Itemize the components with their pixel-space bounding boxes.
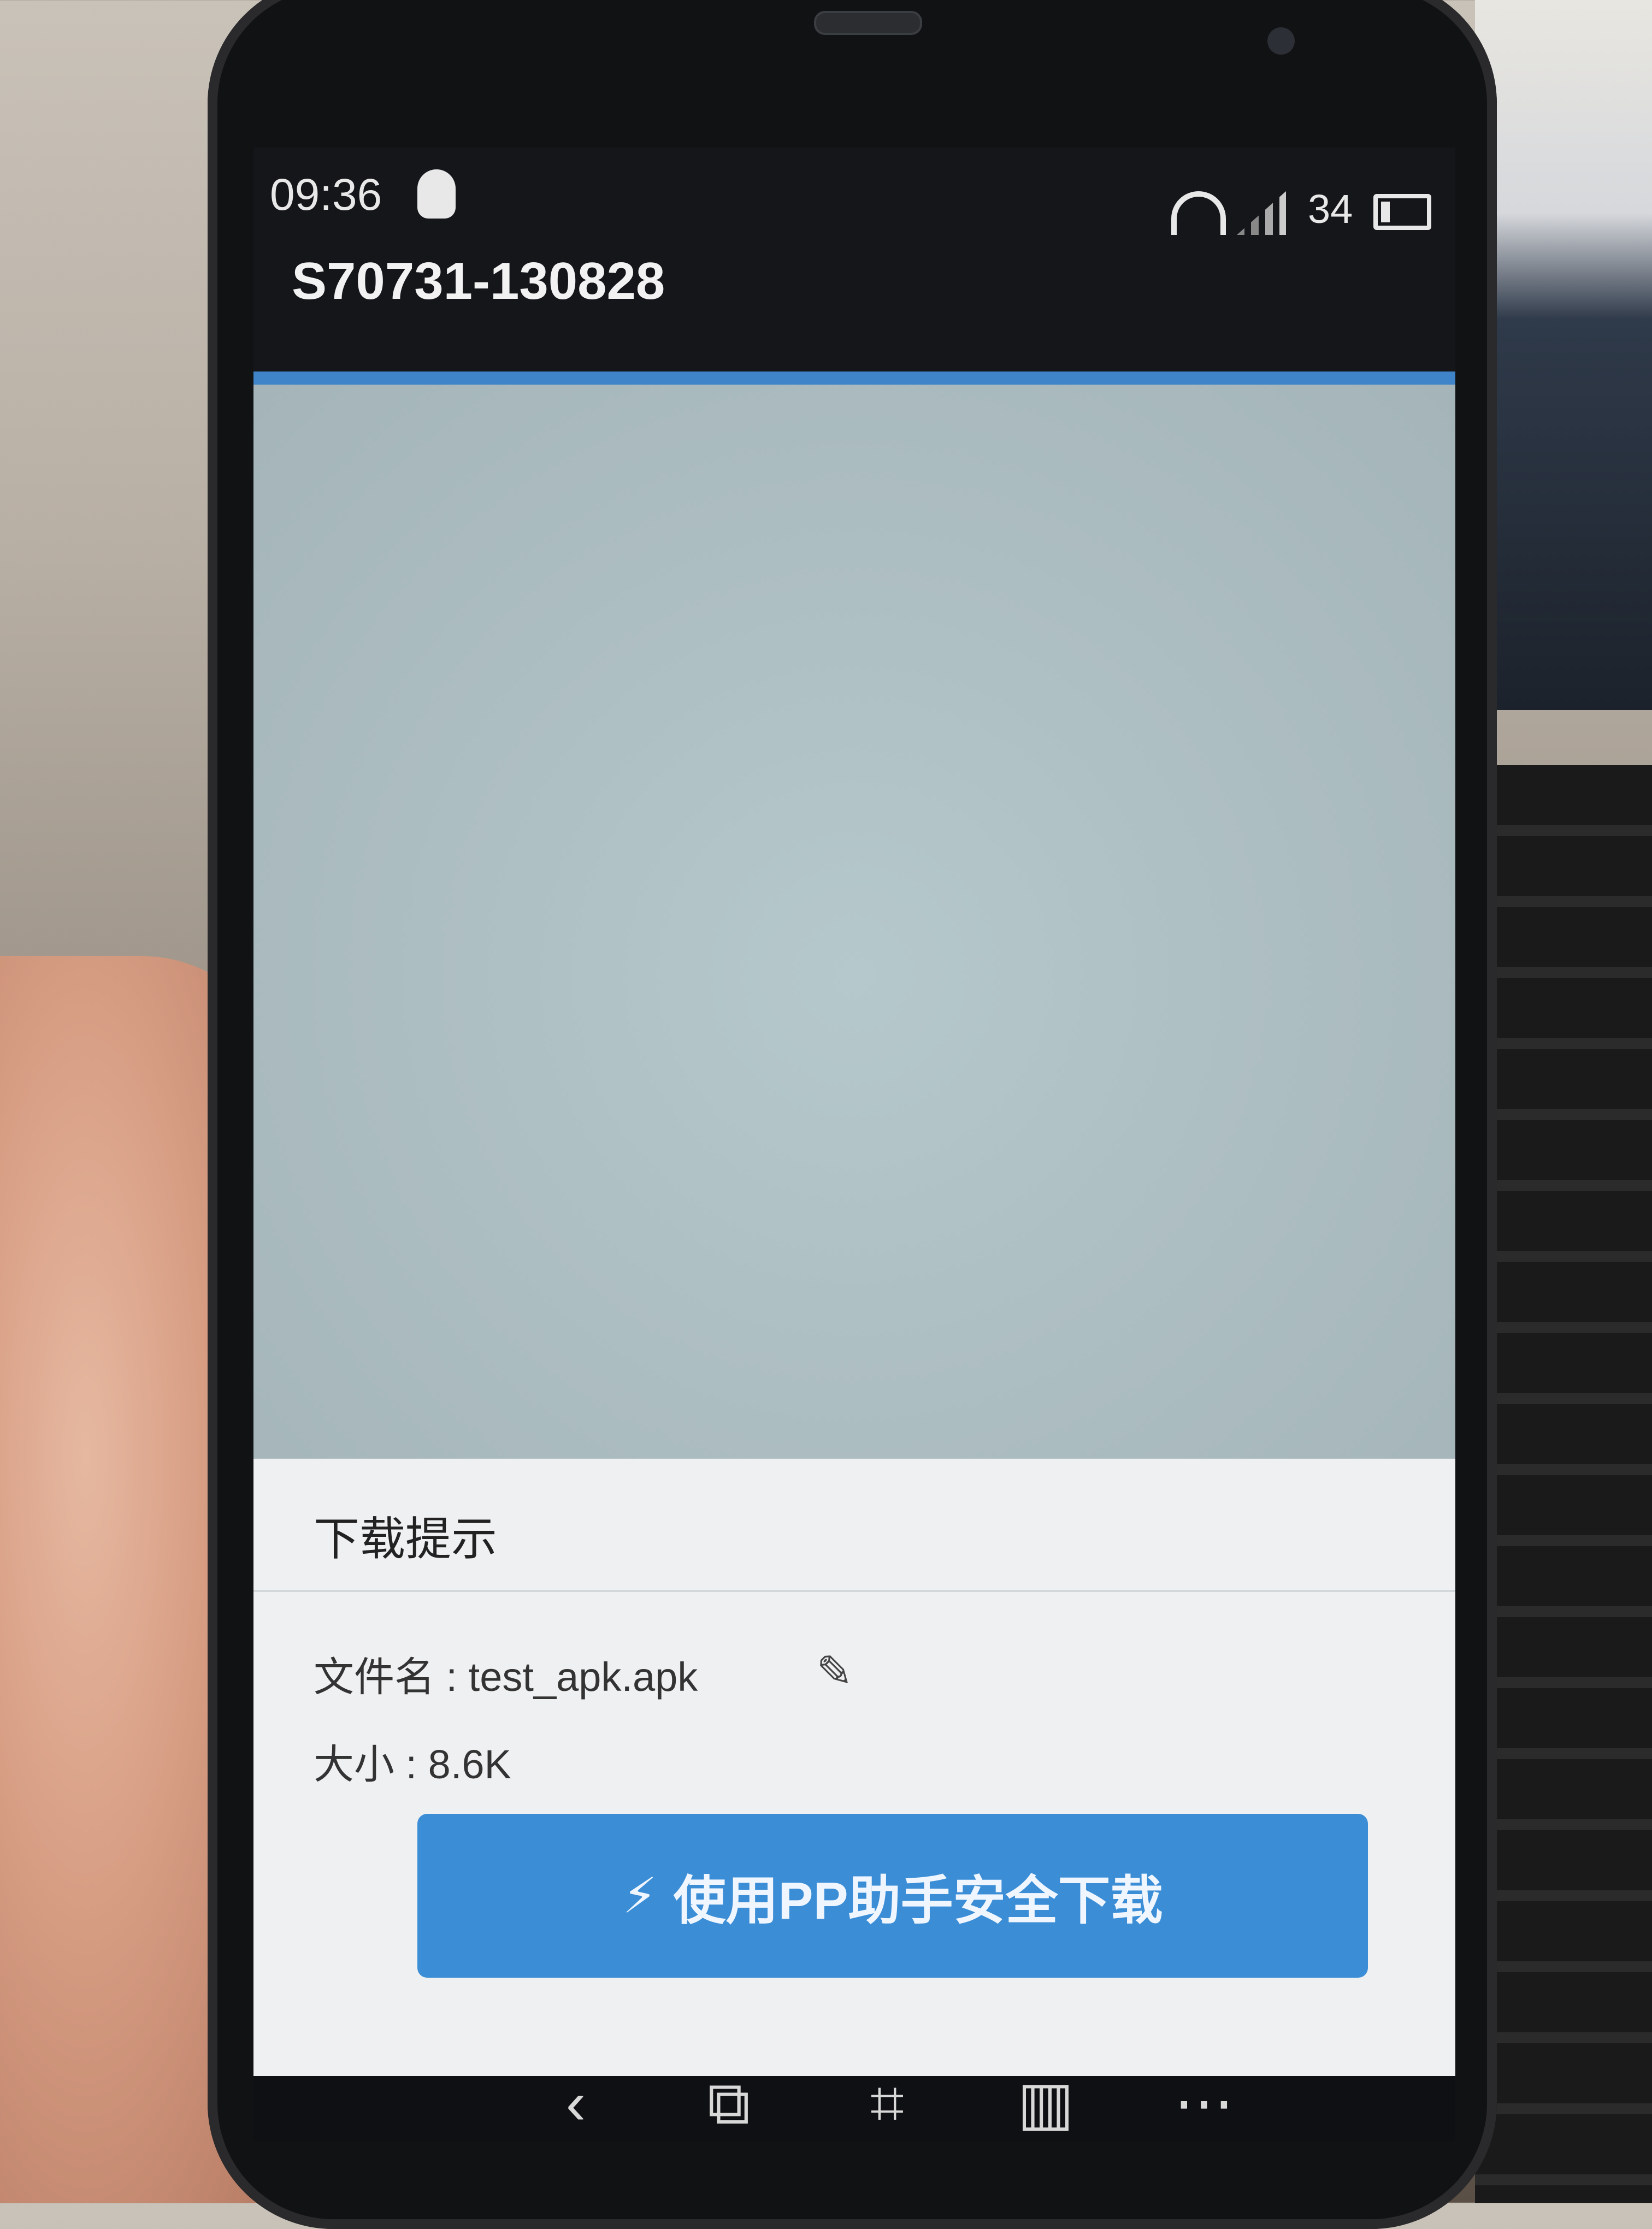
signal-icon	[1237, 191, 1286, 235]
background-monitor	[1475, 0, 1652, 710]
front-camera	[1267, 27, 1295, 55]
page-title: S70731-130828	[292, 252, 665, 310]
share-icon[interactable]: ⧉	[691, 2065, 767, 2142]
pencil-icon[interactable]: ✎	[816, 1650, 860, 1694]
bottom-nav-bar: ‹ ⧉ ⌗ ▥ ⋯	[253, 2069, 1455, 2142]
background-keyboard	[1475, 765, 1652, 2203]
dialog-divider	[253, 1590, 1455, 1592]
status-time: 09:36	[270, 170, 382, 220]
download-dialog: 下载提示 文件名 : test_apk.apk ✎ 大小 : 8.6K ⚡ 使用…	[253, 1459, 1455, 2076]
wifi-icon	[1171, 191, 1226, 235]
file-size-row: 大小 : 8.6K	[314, 1742, 511, 1787]
delete-icon[interactable]: ▥	[1007, 2065, 1084, 2142]
back-icon[interactable]: ‹	[538, 2065, 614, 2142]
download-button-label: 使用PP助手安全下载	[673, 1871, 1163, 1930]
battery-level: 34	[1308, 186, 1353, 232]
phone-device: 09:36 34 S70731-130828 下载提示 文件名 : test_a…	[208, 0, 1497, 2229]
crop-icon[interactable]: ⌗	[849, 2065, 925, 2142]
more-icon[interactable]: ⋯	[1166, 2065, 1242, 2142]
file-name-row: 文件名 : test_apk.apk	[314, 1654, 698, 1700]
dialog-title: 下载提示	[314, 1513, 498, 1565]
accent-line	[253, 371, 1455, 385]
bolt-icon: ⚡	[622, 1868, 657, 1924]
qq-icon	[417, 169, 456, 219]
title-bar: S70731-130828	[253, 235, 1455, 377]
status-bar: 09:36 34	[253, 148, 1455, 235]
preview-area	[253, 385, 1455, 1459]
battery-icon	[1373, 194, 1431, 230]
phone-screen: 09:36 34 S70731-130828 下载提示 文件名 : test_a…	[253, 148, 1455, 2142]
phone-earpiece	[814, 11, 922, 35]
download-button[interactable]: ⚡ 使用PP助手安全下载	[417, 1814, 1368, 1978]
